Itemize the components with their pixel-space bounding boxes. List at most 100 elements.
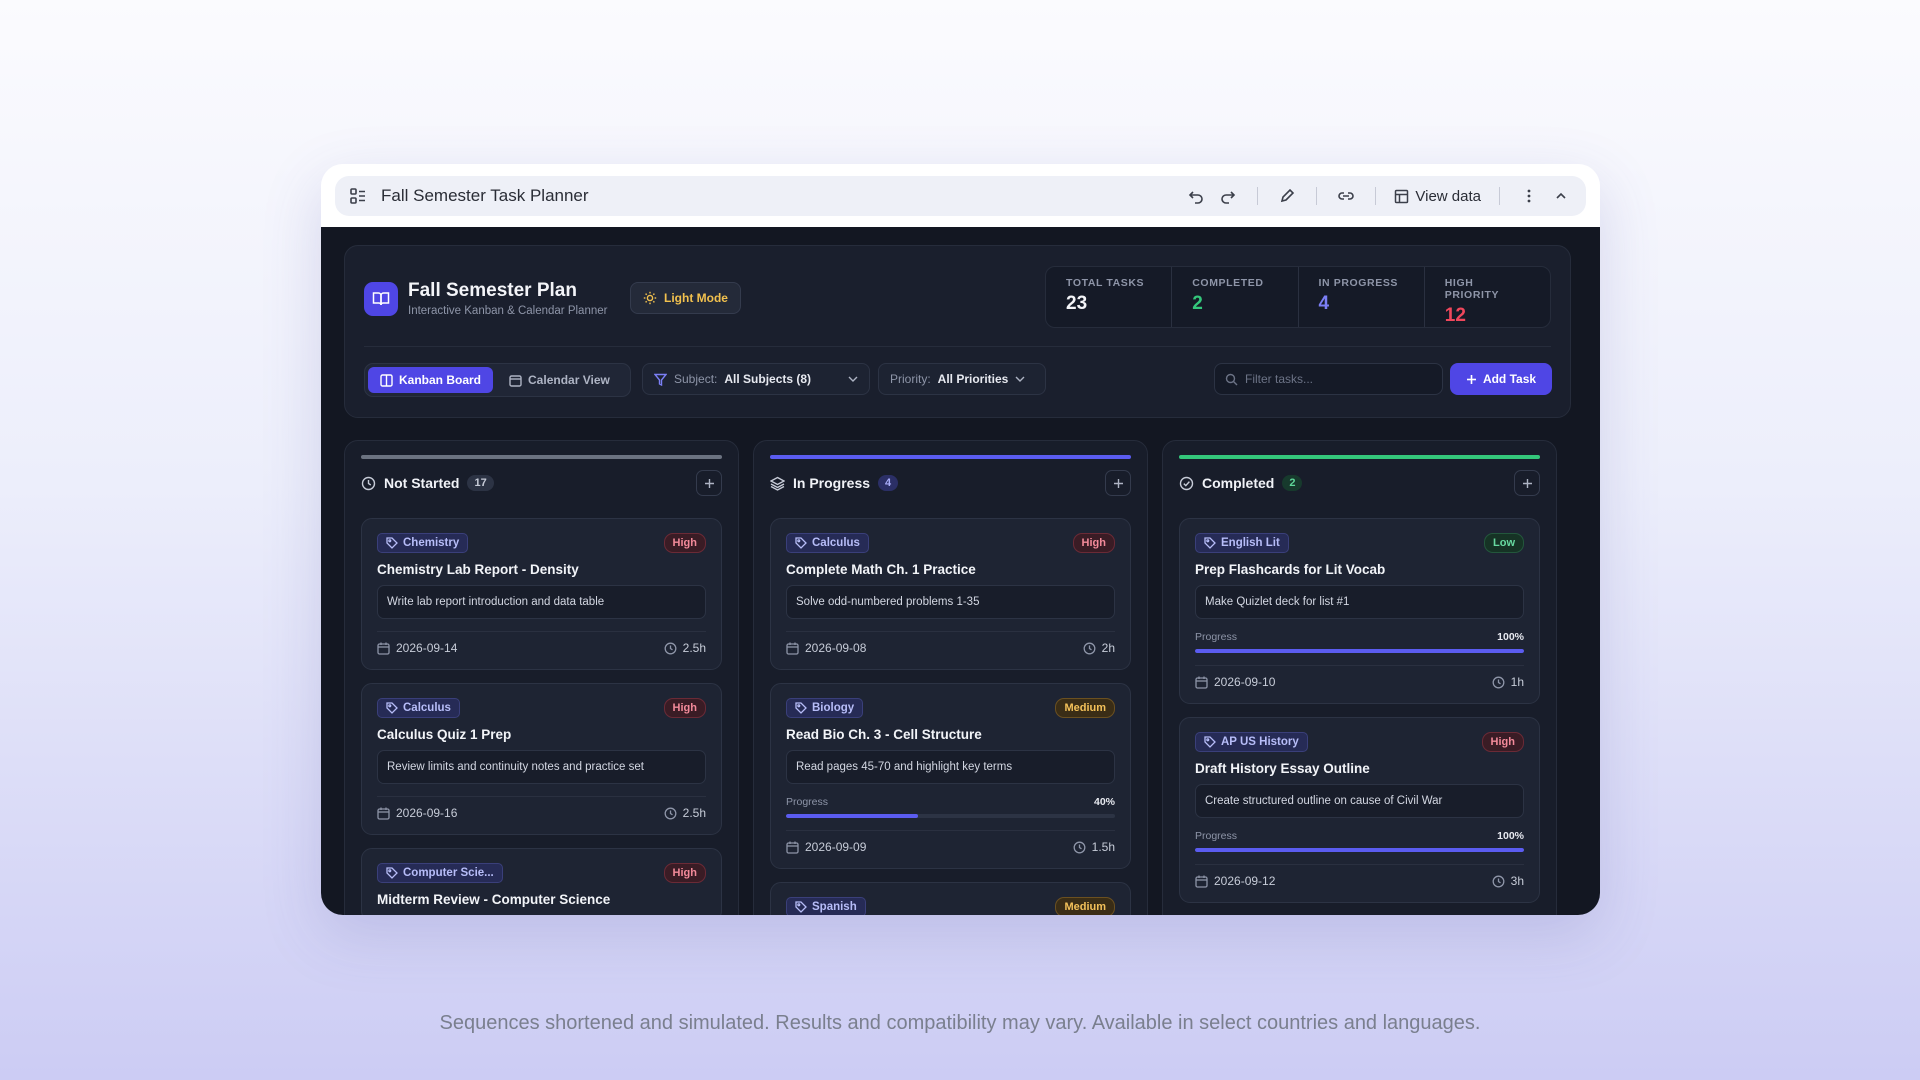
tag-icon (795, 702, 807, 714)
progress-header: Progress 100% (1195, 631, 1524, 643)
task-card[interactable]: Spanish Medium (770, 882, 1131, 915)
task-title: Complete Math Ch. 1 Practice (786, 562, 976, 577)
stat-value: 4 (1318, 293, 1330, 314)
calendar-view-tab[interactable]: Calendar View (497, 367, 622, 393)
light-mode-button[interactable]: Light Mode (630, 282, 741, 314)
view-toggle: Kanban Board Calendar View (364, 363, 631, 397)
due-date-text: 2026-09-08 (805, 641, 867, 655)
toolbar-divider (1375, 187, 1377, 205)
column-completed: Completed 2 English Lit Low Prep Flashcards … (1162, 440, 1557, 915)
subject-label: AP US History (1221, 736, 1299, 748)
subject-filter-dropdown[interactable]: Subject: All Subjects (8) (642, 363, 870, 395)
clock-icon (1073, 841, 1086, 854)
subject-filter-value: All Subjects (8) (724, 372, 812, 386)
tag-icon (795, 537, 807, 549)
disclaimer-text: Sequences shortened and simulated. Resul… (439, 1012, 1481, 1034)
more-options-icon[interactable] (1518, 185, 1540, 207)
stat-value: 2 (1192, 293, 1203, 314)
progress-fill (1195, 848, 1524, 852)
stat-value: 23 (1066, 293, 1088, 314)
due-date-text: 2026-09-16 (396, 806, 458, 820)
progress-label: Progress (786, 796, 829, 808)
task-card[interactable]: English Lit Low Prep Flashcards for Lit Vo… (1179, 518, 1540, 704)
header-card: Fall Semester Plan Interactive Kanban & … (344, 245, 1571, 418)
column-accent-bar (1179, 455, 1540, 459)
estimated-time-text: 3h (1510, 874, 1524, 888)
subject-tag[interactable]: Calculus (377, 698, 460, 718)
card-header: Calculus High (377, 698, 706, 718)
undo-icon[interactable] (1185, 185, 1207, 207)
estimated-time: 2.5h (664, 806, 706, 820)
subject-tag[interactable]: Calculus (786, 533, 869, 553)
edit-pencil-icon[interactable] (1276, 185, 1298, 207)
stat-in-progress: IN PROGRESS 4 (1299, 267, 1425, 327)
light-mode-label: Light Mode (664, 291, 728, 305)
progress-bar (786, 814, 1115, 818)
progress-percent: 100% (1497, 631, 1524, 643)
task-card[interactable]: Calculus High Complete Math Ch. 1 Practice… (770, 518, 1131, 670)
subject-tag[interactable]: Biology (786, 698, 864, 718)
add-card-button[interactable] (1105, 470, 1131, 496)
kanban-board-label: Kanban Board (399, 373, 482, 387)
view-data-label: View data (1415, 187, 1481, 205)
calendar-icon (509, 374, 522, 387)
task-description: Review limits and continuity notes and p… (377, 750, 706, 784)
view-data-button[interactable]: View data (1394, 188, 1481, 205)
app-window: Fall Semester Task Planner View data Fal… (321, 164, 1600, 915)
subject-tag[interactable]: AP US History (1195, 732, 1308, 752)
subject-label: English Lit (1221, 537, 1280, 549)
plus-icon (1522, 478, 1533, 489)
subject-tag[interactable]: English Lit (1195, 533, 1289, 553)
due-date: 2026-09-16 (377, 806, 457, 820)
tag-icon (795, 901, 807, 913)
stat-label: TOTAL TASKS (1066, 277, 1145, 289)
clock-icon (1492, 676, 1505, 689)
subject-tag[interactable]: Chemistry (377, 533, 469, 553)
subject-tag[interactable]: Computer Scie... (377, 863, 503, 883)
brand-subtitle: Interactive Kanban & Calendar Planner (408, 305, 608, 317)
book-icon (364, 281, 398, 316)
task-card[interactable]: Biology Medium Read Bio Ch. 3 - Cell Struc… (770, 683, 1131, 869)
due-date: 2026-09-08 (786, 641, 866, 655)
redo-icon[interactable] (1217, 185, 1239, 207)
subject-label: Spanish (812, 901, 857, 913)
calendar-icon (1195, 875, 1208, 888)
task-card[interactable]: Computer Scie... High Midterm Review - Com… (361, 848, 722, 915)
column-count-badge: 2 (1282, 475, 1303, 491)
priority-filter-dropdown[interactable]: Priority: All Priorities (878, 363, 1046, 395)
task-card[interactable]: AP US History High Draft History Essay Out… (1179, 717, 1540, 903)
subject-tag[interactable]: Spanish (786, 897, 866, 915)
estimated-time-text: 1.5h (1091, 840, 1115, 854)
task-title: Calculus Quiz 1 Prep (377, 727, 512, 742)
column-not-started: Not Started 17 Chemistry High Chemistry Lab … (344, 440, 739, 915)
tag-icon (1204, 537, 1216, 549)
add-task-button[interactable]: Add Task (1450, 363, 1552, 395)
chevron-down-icon (848, 376, 858, 382)
task-card[interactable]: Calculus High Calculus Quiz 1 Prep Review l… (361, 683, 722, 835)
collapse-chevron-icon[interactable] (1550, 185, 1572, 207)
plus-icon (704, 478, 715, 489)
add-card-button[interactable] (696, 470, 722, 496)
planner-icon (349, 187, 367, 205)
task-title: Read Bio Ch. 3 - Cell Structure (786, 727, 982, 742)
task-card[interactable]: Chemistry High Chemistry Lab Report - Dens… (361, 518, 722, 670)
kanban-board-tab[interactable]: Kanban Board (368, 367, 494, 393)
search-input[interactable] (1245, 372, 1425, 386)
calendar-icon (1195, 676, 1208, 689)
progress-label: Progress (1195, 830, 1238, 842)
progress-bar (1195, 848, 1524, 852)
task-description: Solve odd-numbered problems 1-35 (786, 585, 1115, 619)
priority-badge: High (663, 698, 706, 718)
due-date: 2026-09-14 (377, 641, 457, 655)
stat-label: COMPLETED (1192, 277, 1264, 289)
add-card-button[interactable] (1514, 470, 1540, 496)
progress-percent: 100% (1497, 830, 1524, 842)
task-description: Read pages 45-70 and highlight key terms (786, 750, 1115, 784)
task-title: Draft History Essay Outline (1195, 761, 1370, 776)
priority-badge: High (663, 533, 706, 553)
tag-icon (1204, 736, 1216, 748)
progress-header: Progress 40% (786, 796, 1115, 808)
card-footer: 2026-09-09 1.5h (786, 830, 1115, 854)
calendar-icon (377, 642, 390, 655)
link-icon[interactable] (1335, 185, 1357, 207)
